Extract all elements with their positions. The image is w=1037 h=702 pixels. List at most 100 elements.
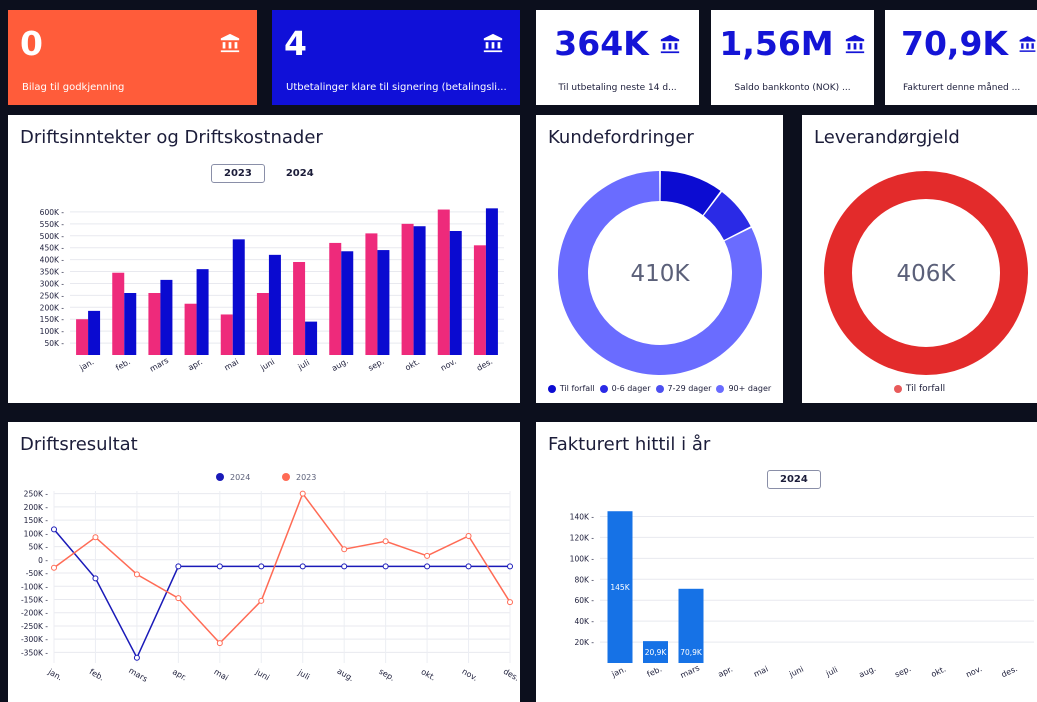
bar[interactable] [485, 208, 498, 355]
bar[interactable] [88, 310, 101, 355]
data-point[interactable] [51, 564, 57, 571]
data-point[interactable] [507, 563, 513, 570]
data-point[interactable] [216, 640, 223, 647]
x-tick-label: okt. [403, 357, 421, 372]
y-tick-label: 400K - [40, 256, 65, 265]
bar[interactable] [256, 293, 269, 355]
data-point[interactable] [133, 571, 140, 578]
y-tick-label: 60K - [574, 596, 594, 605]
x-tick-label: aug. [336, 667, 356, 684]
data-point[interactable] [51, 526, 57, 533]
y-tick-label: 350K - [40, 268, 65, 277]
drifts-bar-chart: 50K - 100K - 150K - 200K - 250K - 300K - 350K … [40, 208, 504, 374]
bar[interactable] [413, 226, 426, 355]
data-point[interactable] [175, 563, 182, 570]
bar[interactable] [148, 293, 161, 355]
leverandorgjeld-donut-chart: 406K [824, 171, 1028, 375]
bar[interactable] [293, 262, 306, 355]
leverandorgjeld-card: Leverandørgjeld 406K Til forfall [802, 115, 1037, 403]
data-point[interactable] [133, 654, 140, 661]
bar[interactable] [473, 245, 486, 355]
bar[interactable] [365, 233, 378, 355]
x-tick-label: mars [679, 663, 701, 680]
kpi-utbetalinger-card[interactable]: 4 Utbetalinger klare til signering (beta… [272, 10, 520, 105]
data-point[interactable] [341, 563, 348, 570]
data-point[interactable] [175, 595, 182, 602]
y-tick-label: -250K - [21, 622, 48, 631]
legend-dot [599, 384, 608, 393]
kpi-fakturert-card[interactable]: 70,9K Fakturert denne måned ... [885, 10, 1037, 105]
legend-item[interactable]: Til forfall [547, 384, 595, 393]
bar[interactable] [160, 279, 173, 355]
data-point[interactable] [382, 563, 389, 570]
x-tick-label: mai [752, 665, 769, 679]
data-point[interactable] [216, 563, 223, 570]
bar[interactable] [124, 293, 137, 355]
data-point[interactable] [465, 532, 472, 539]
bank-icon [483, 33, 503, 53]
data-point[interactable] [258, 563, 265, 570]
x-tick-label: mai [212, 667, 229, 682]
fakturert-bar-chart: 20K - 40K - 60K - 80K - 100K - 120K - 140K - 14… [570, 511, 1034, 680]
legend-item[interactable]: 0-6 dager [599, 384, 651, 393]
data-point[interactable] [424, 552, 431, 559]
bar[interactable] [220, 314, 233, 355]
data-point[interactable] [92, 575, 99, 582]
bar[interactable] [305, 321, 318, 355]
data-point[interactable] [465, 563, 472, 570]
x-tick-label: juli [824, 665, 839, 679]
bar[interactable] [437, 209, 450, 355]
series-line [53, 492, 511, 645]
x-tick-label: juli [296, 358, 312, 372]
legend-item[interactable]: Til forfall [893, 384, 945, 394]
donut-center-value: 406K [897, 261, 957, 287]
x-tick-label: des. [502, 667, 520, 683]
data-point[interactable] [258, 597, 265, 604]
legend-label[interactable]: 2023 [296, 473, 316, 482]
bar[interactable] [341, 251, 354, 355]
data-label: 70,9K [680, 648, 703, 657]
driftsresultat-line-chart: 250K - 200K - 150K - 100K - 50K - 0 - -50K - -1… [21, 473, 520, 684]
x-tick-label: juni [258, 357, 276, 373]
x-tick-label: mai [223, 357, 240, 372]
x-tick-label: okt. [420, 667, 438, 682]
data-point[interactable] [299, 490, 306, 497]
legend-label[interactable]: 2024 [230, 473, 250, 482]
y-tick-label: 100K - [24, 529, 49, 538]
bar[interactable] [196, 269, 209, 355]
data-point[interactable] [299, 563, 306, 570]
data-point[interactable] [92, 534, 99, 541]
kpi-til-utbetaling-card[interactable]: 364K Til utbetaling neste 14 d... [536, 10, 699, 105]
bar[interactable] [184, 303, 197, 355]
kundefordringer-donut-chart: 410K [558, 171, 762, 375]
legend-item[interactable]: 7-29 dager [655, 384, 711, 393]
data-point[interactable] [341, 546, 348, 553]
y-tick-label: 250K - [40, 291, 65, 300]
kpi-bilag-card[interactable]: 0 Bilag til godkjenning [8, 10, 257, 105]
y-tick-label: 140K - [570, 512, 595, 521]
bar[interactable] [329, 242, 342, 355]
data-label: 145K [610, 583, 630, 592]
y-tick-label: 80K - [574, 575, 594, 584]
x-tick-label: juli [296, 668, 312, 682]
data-point[interactable] [424, 563, 431, 570]
x-tick-label: okt. [930, 664, 948, 679]
y-tick-label: -200K - [21, 609, 48, 618]
y-tick-label: 300K - [40, 279, 65, 288]
bar[interactable] [449, 231, 462, 355]
bank-icon [220, 33, 240, 53]
bar[interactable] [401, 223, 414, 355]
kpi-saldo-card[interactable]: 1,56M Saldo bankkonto (NOK) ... [711, 10, 874, 105]
x-tick-label: jan. [609, 665, 627, 680]
bar[interactable] [377, 250, 390, 355]
x-tick-label: jan. [77, 357, 95, 373]
y-tick-label: 500K - [40, 232, 65, 241]
legend-item[interactable]: 90+ dager [716, 384, 771, 393]
bar[interactable] [268, 254, 281, 355]
data-point[interactable] [507, 599, 513, 606]
bar[interactable] [232, 239, 245, 355]
bar[interactable] [76, 319, 89, 355]
data-point[interactable] [382, 538, 389, 545]
bar[interactable] [112, 272, 125, 355]
x-tick-label: jan. [46, 667, 64, 683]
